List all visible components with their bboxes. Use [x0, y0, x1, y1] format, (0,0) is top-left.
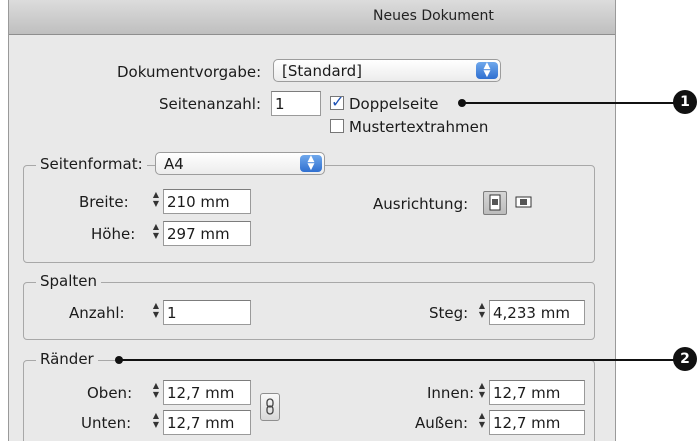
margin-top-input[interactable]: 12,7 mm	[163, 380, 251, 405]
margin-bottom-input[interactable]: 12,7 mm	[163, 410, 251, 435]
columns-count-label: Anzahl:	[69, 304, 125, 322]
height-input[interactable]: 297 mm	[163, 221, 251, 246]
preset-select[interactable]: [Standard] ▲ ▼	[273, 59, 501, 82]
margin-outside-input[interactable]: 12,7 mm	[489, 410, 585, 435]
callout-1-badge: 1	[673, 90, 697, 114]
portrait-orientation-button[interactable]	[483, 191, 507, 215]
width-input[interactable]: 210 mm	[163, 189, 251, 214]
columns-legend: Spalten	[36, 272, 102, 290]
page-format-value: A4	[164, 155, 184, 173]
preset-label: Dokumentvorgabe:	[117, 63, 262, 81]
margins-legend: Ränder	[36, 350, 98, 368]
columns-count-stepper[interactable]: ▲ ▼	[150, 301, 162, 323]
master-frame-checkbox[interactable]	[330, 119, 344, 133]
master-frame-label: Mustertextrahmen	[349, 118, 489, 136]
margin-outside-stepper[interactable]: ▲ ▼	[476, 411, 488, 433]
checkmark-icon: ✓	[331, 92, 345, 111]
preset-value: [Standard]	[282, 62, 362, 80]
height-label: Höhe:	[91, 225, 136, 243]
link-margins-button[interactable]	[260, 393, 280, 421]
margin-bottom-value: 12,7 mm	[167, 414, 235, 432]
margin-inside-stepper[interactable]: ▲ ▼	[476, 381, 488, 403]
pages-label: Seitenanzahl:	[159, 95, 262, 113]
margin-bottom-stepper[interactable]: ▲ ▼	[150, 411, 162, 433]
width-label: Breite:	[79, 193, 129, 211]
updown-arrows-icon: ▲ ▼	[476, 62, 498, 79]
page-size-legend: Seitenformat:	[36, 155, 147, 173]
width-value: 210 mm	[167, 193, 230, 211]
title-bar[interactable]: Neues Dokument	[9, 0, 615, 35]
facing-pages-checkbox[interactable]: ✓	[330, 92, 344, 111]
gutter-label: Steg:	[429, 304, 469, 322]
new-document-dialog: Neues Dokument Dokumentvorgabe: [Standar…	[8, 0, 616, 441]
callout-2-badge: 2	[673, 347, 697, 371]
margin-inside-input[interactable]: 12,7 mm	[489, 380, 585, 405]
updown-arrows-icon: ▲ ▼	[300, 155, 322, 172]
gutter-stepper[interactable]: ▲ ▼	[476, 301, 488, 323]
margin-inside-label: Innen:	[427, 384, 475, 402]
margin-top-label: Oben:	[87, 384, 133, 402]
page-format-select[interactable]: A4 ▲ ▼	[155, 152, 325, 175]
landscape-orientation-button[interactable]	[513, 191, 537, 215]
chain-link-icon	[266, 398, 274, 415]
callout-1-line	[462, 102, 678, 104]
margin-inside-value: 12,7 mm	[493, 384, 561, 402]
columns-count-value: 1	[167, 304, 177, 322]
callout-2-line	[119, 359, 677, 361]
height-value: 297 mm	[167, 225, 230, 243]
height-stepper[interactable]: ▲ ▼	[150, 222, 162, 244]
margin-bottom-label: Unten:	[81, 414, 132, 432]
orientation-label: Ausrichtung:	[373, 195, 469, 213]
window-title: Neues Dokument	[373, 8, 494, 24]
margin-top-stepper[interactable]: ▲ ▼	[150, 381, 162, 403]
margin-outside-value: 12,7 mm	[493, 414, 561, 432]
margin-top-value: 12,7 mm	[167, 384, 235, 402]
pages-value: 1	[275, 95, 285, 113]
pages-input[interactable]: 1	[271, 91, 321, 116]
gutter-input[interactable]: 4,233 mm	[489, 300, 585, 325]
facing-pages-label: Doppelseite	[349, 95, 439, 113]
width-stepper[interactable]: ▲ ▼	[150, 190, 162, 212]
portrait-page-icon	[489, 194, 501, 211]
landscape-page-icon	[515, 196, 532, 208]
gutter-value: 4,233 mm	[493, 304, 570, 322]
page-size-group	[23, 165, 595, 263]
columns-count-input[interactable]: 1	[163, 300, 251, 325]
margin-outside-label: Außen:	[415, 414, 469, 432]
